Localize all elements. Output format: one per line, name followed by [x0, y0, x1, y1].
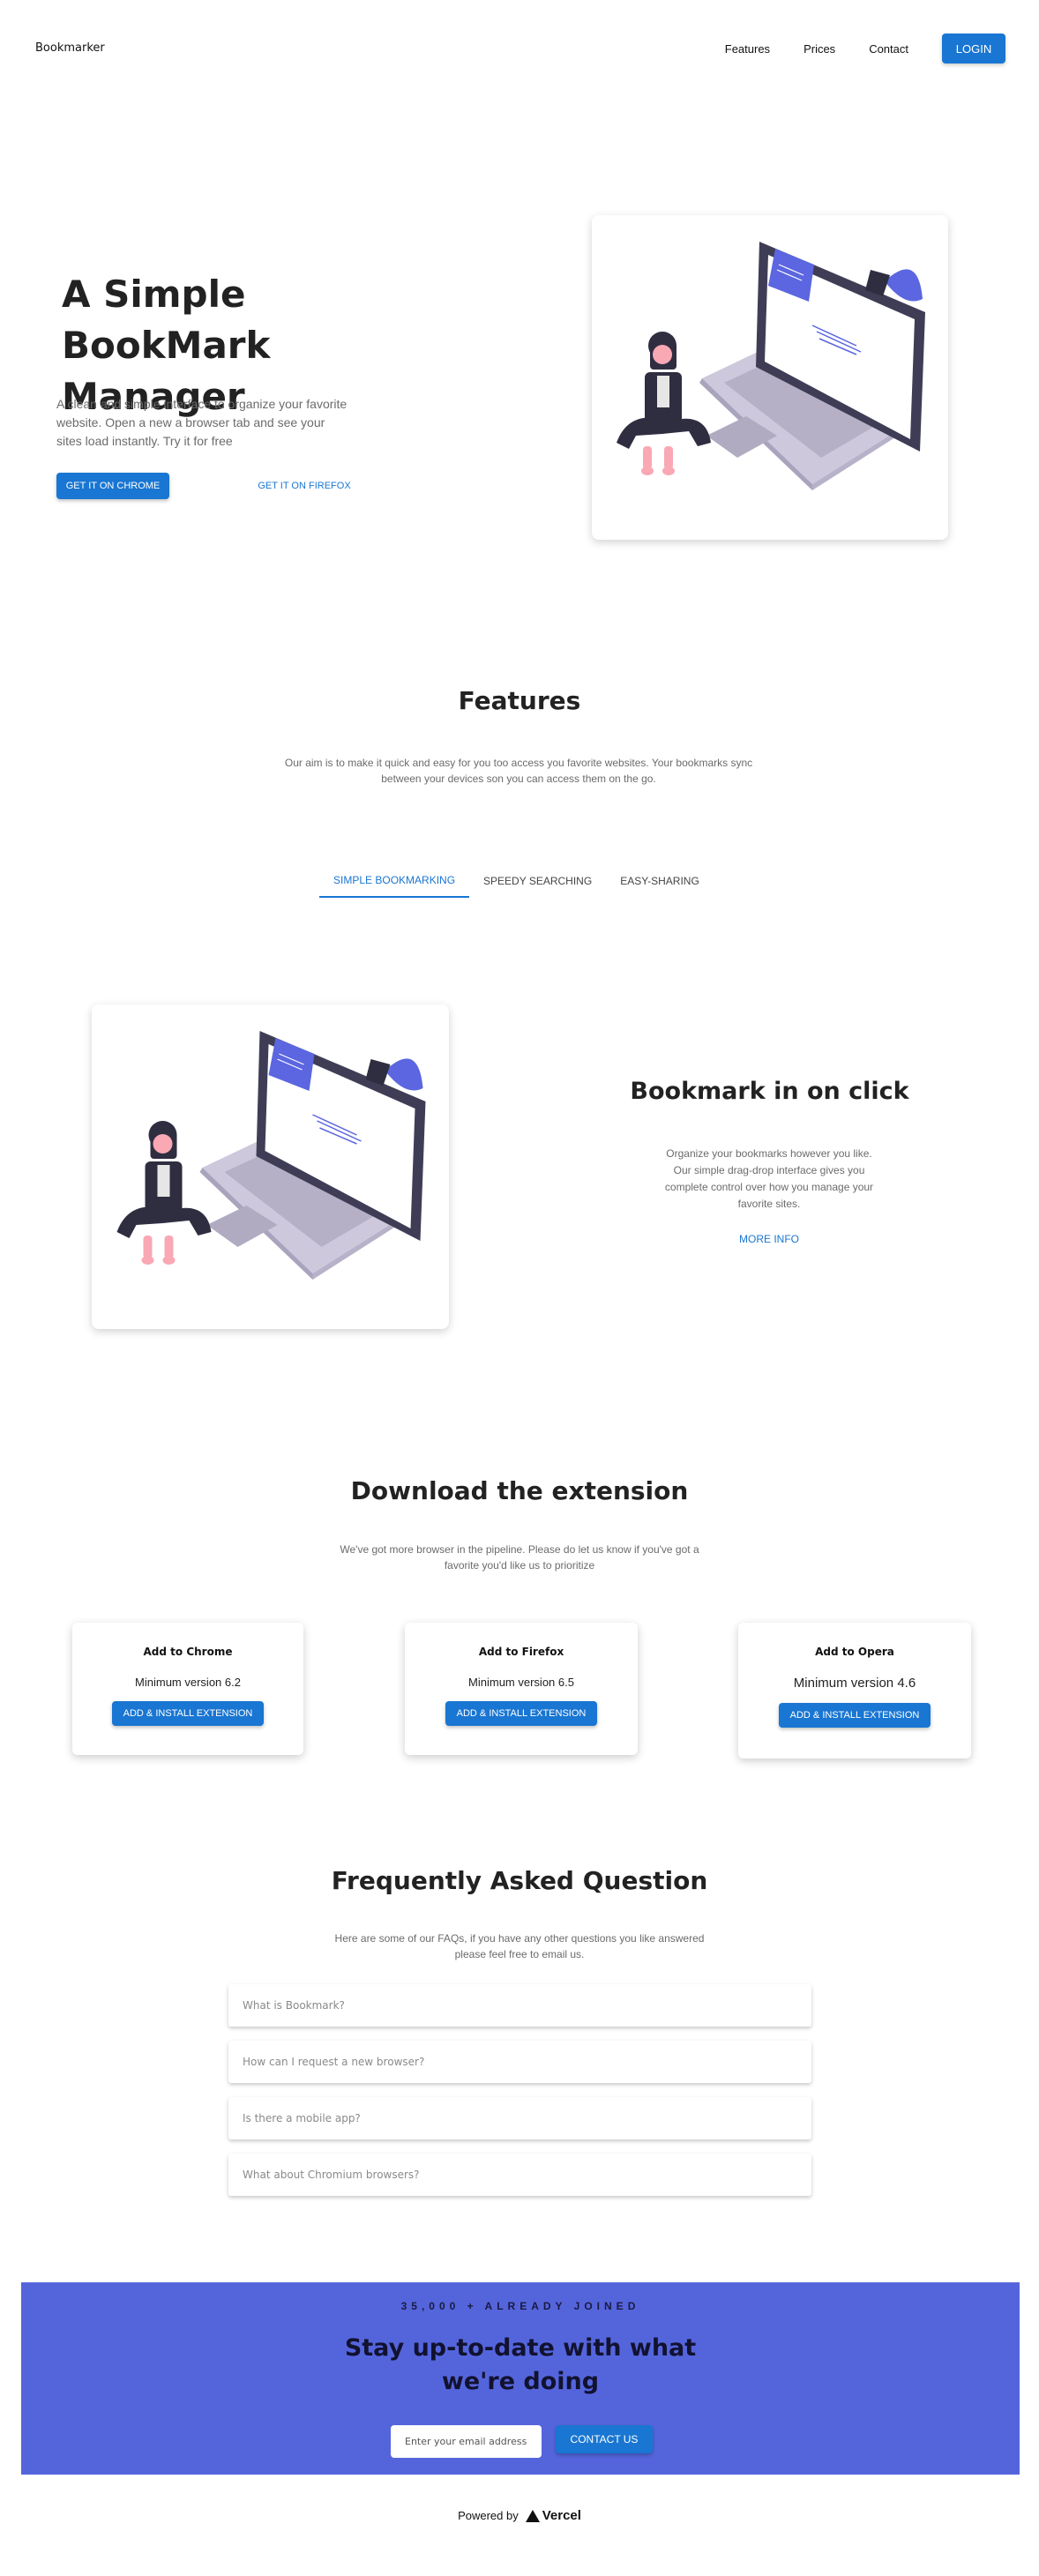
faq-description: Here are some of our FAQs, if you have a…	[334, 1932, 705, 1960]
faq-item[interactable]: Is there a mobile app?	[228, 2097, 811, 2139]
feature-panel-description: Organize your bookmarks however you like…	[664, 1147, 874, 1210]
login-button[interactable]: LOGIN	[942, 34, 1005, 63]
vercel-triangle-icon	[525, 2509, 540, 2522]
nav-link-features[interactable]: Features	[725, 42, 770, 56]
contact-us-button[interactable]: CONTACT US	[556, 2425, 653, 2453]
download-card-chrome: Add to Chrome Minimum version 6.2 ADD & …	[72, 1623, 303, 1755]
faq-title: Frequently Asked Question	[331, 1866, 708, 1895]
newsletter-banner: 35,000 + ALREADY JOINED Stay up-to-date …	[21, 2282, 1020, 2475]
vercel-brand: Vercel	[542, 2508, 581, 2523]
tab-simple-bookmarking[interactable]: SIMPLE BOOKMARKING	[319, 864, 470, 898]
top-nav: Bookmarker Features Prices Contact LOGIN	[0, 0, 1039, 97]
get-it-on-chrome-button[interactable]: GET IT ON CHROME	[56, 473, 169, 499]
features-description: Our aim is to make it quick and easy for…	[284, 757, 753, 785]
feature-illustration	[92, 1004, 449, 1329]
vercel-link[interactable]: Vercel	[525, 2508, 581, 2523]
feature-panel-title: Bookmark in on click	[630, 1078, 909, 1105]
nav-link-contact[interactable]: Contact	[869, 42, 908, 56]
laptop-woman-illustration	[617, 242, 925, 490]
add-install-extension-button[interactable]: ADD & INSTALL EXTENSION	[112, 1701, 264, 1726]
faq-item[interactable]: What is Bookmark?	[228, 1984, 811, 2027]
nav-links: Features Prices Contact LOGIN	[725, 34, 1005, 63]
download-card-version: Minimum version 6.2	[135, 1676, 241, 1689]
tab-easy-sharing[interactable]: EASY-SHARING	[606, 864, 714, 898]
footer: Powered by Vercel	[0, 2508, 1039, 2523]
hero-description: A clean and simple interface to organize…	[56, 397, 348, 448]
site-logo[interactable]: Bookmarker	[35, 41, 105, 55]
add-install-extension-button[interactable]: ADD & INSTALL EXTENSION	[445, 1701, 597, 1726]
download-card-opera: Add to Opera Minimum version 4.6 ADD & I…	[738, 1623, 971, 1758]
tab-speedy-searching[interactable]: SPEEDY SEARCHING	[469, 864, 606, 898]
email-input[interactable]	[391, 2425, 542, 2458]
joined-count: 35,000 + ALREADY JOINED	[400, 2300, 640, 2312]
features-title: Features	[458, 686, 581, 715]
nav-link-prices[interactable]: Prices	[804, 42, 835, 56]
powered-by-label: Powered by	[458, 2509, 519, 2522]
download-card-title: Add to Firefox	[478, 1646, 564, 1658]
get-it-on-firefox-button[interactable]: GET IT ON FIREFOX	[245, 473, 363, 499]
add-install-extension-button[interactable]: ADD & INSTALL EXTENSION	[779, 1703, 931, 1728]
download-card-title: Add to Opera	[815, 1646, 894, 1658]
download-card-version: Minimum version 4.6	[793, 1676, 916, 1691]
newsletter-title: Stay up-to-date with what we're doing	[344, 2334, 697, 2395]
download-card-version: Minimum version 6.5	[468, 1676, 574, 1689]
feature-tabs: SIMPLE BOOKMARKING SPEEDY SEARCHING EASY…	[319, 864, 714, 898]
hero-illustration	[592, 215, 948, 540]
faq-item[interactable]: How can I request a new browser?	[228, 2041, 811, 2083]
faq-item[interactable]: What about Chromium browsers?	[228, 2154, 811, 2196]
more-info-link[interactable]: MORE INFO	[716, 1233, 822, 1245]
download-card-firefox: Add to Firefox Minimum version 6.5 ADD &…	[405, 1623, 638, 1755]
laptop-woman-illustration	[116, 1031, 426, 1280]
download-description: We've got more browser in the pipeline. …	[340, 1543, 699, 1572]
download-card-title: Add to Chrome	[143, 1646, 233, 1658]
download-title: Download the extension	[350, 1476, 689, 1505]
